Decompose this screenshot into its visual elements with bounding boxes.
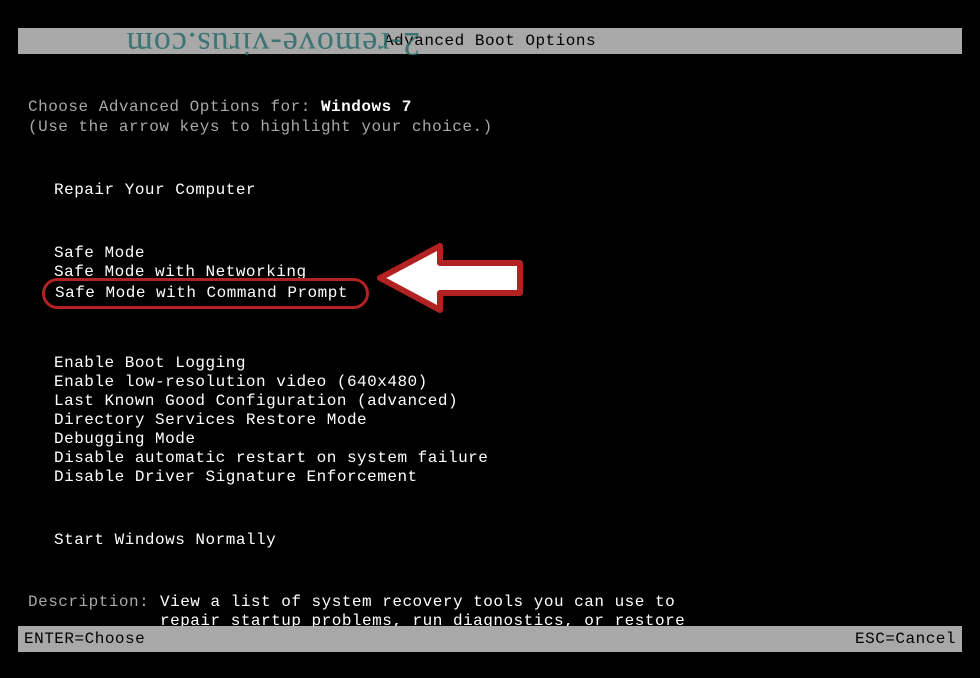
footer-enter: ENTER=Choose xyxy=(24,630,145,648)
boot-option[interactable]: Safe Mode xyxy=(50,243,149,264)
option-group: Enable Boot LoggingEnable low-resolution… xyxy=(28,353,952,486)
boot-option[interactable]: Enable low-resolution video (640x480) xyxy=(50,372,432,393)
boot-option[interactable]: Start Windows Normally xyxy=(50,530,280,551)
boot-option[interactable]: Safe Mode with Command Prompt xyxy=(51,283,352,304)
option-group: Start Windows Normally xyxy=(28,530,952,549)
boot-option[interactable]: Debugging Mode xyxy=(50,429,199,450)
boot-option[interactable]: Repair Your Computer xyxy=(50,180,260,201)
highlighted-option[interactable]: Safe Mode with Command Prompt xyxy=(42,278,369,309)
boot-option[interactable]: Enable Boot Logging xyxy=(50,353,250,374)
option-group: Repair Your Computer xyxy=(28,180,952,199)
boot-option[interactable]: Disable automatic restart on system fail… xyxy=(50,448,492,469)
os-name: Windows 7 xyxy=(321,98,412,116)
hint-line: (Use the arrow keys to highlight your ch… xyxy=(28,118,952,136)
boot-option[interactable]: Last Known Good Configuration (advanced) xyxy=(50,391,462,412)
boot-option[interactable]: Directory Services Restore Mode xyxy=(50,410,371,431)
choose-label: Choose Advanced Options for: xyxy=(28,98,321,116)
watermark-text: 2-remove-virus.com xyxy=(125,24,420,62)
choose-line: Choose Advanced Options for: Windows 7 xyxy=(28,98,952,116)
boot-option[interactable]: Disable Driver Signature Enforcement xyxy=(50,467,422,488)
option-group: Safe ModeSafe Mode with NetworkingSafe M… xyxy=(28,243,952,309)
footer-bar: ENTER=Choose ESC=Cancel xyxy=(18,626,962,652)
footer-esc: ESC=Cancel xyxy=(855,630,956,648)
content-area: Choose Advanced Options for: Windows 7 (… xyxy=(0,54,980,650)
